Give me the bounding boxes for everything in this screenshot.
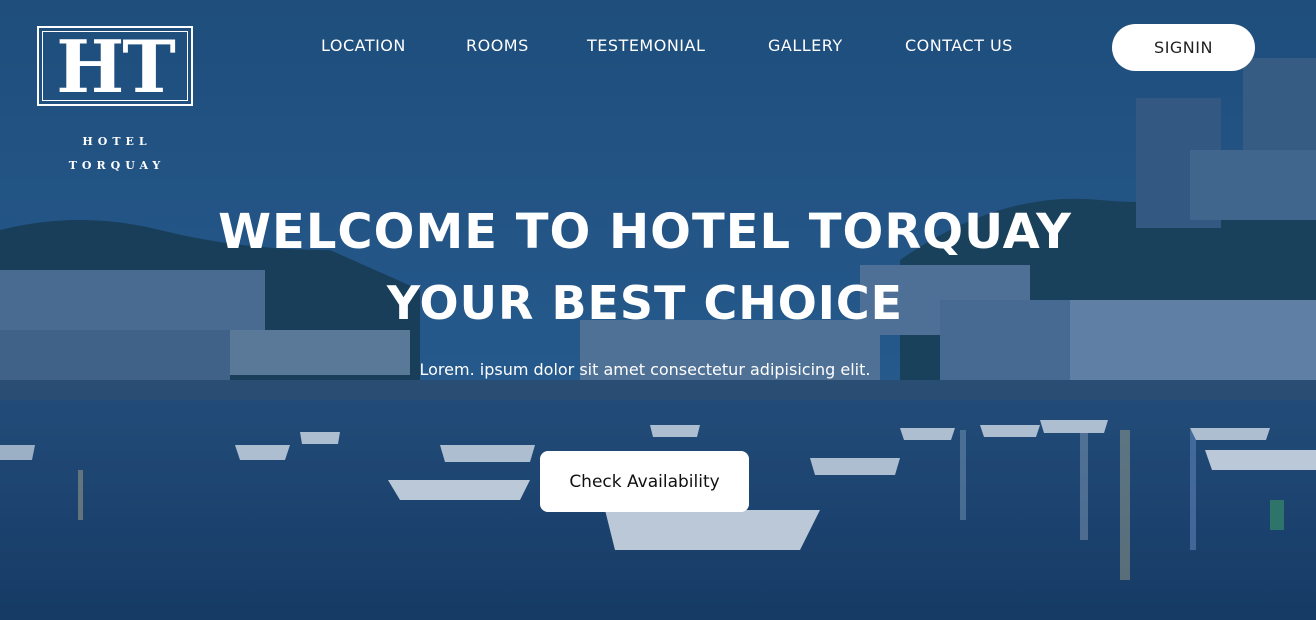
- logo-name-line-1: HOTEL: [82, 135, 152, 148]
- hero-section: HT HOTEL TORQUAY LOCATION ROOMS TESTEMON…: [0, 0, 1316, 620]
- nav-link-rooms[interactable]: ROOMS: [466, 36, 529, 55]
- hero-tagline: Lorem. ipsum dolor sit amet consectetur …: [419, 360, 871, 379]
- signin-button[interactable]: SIGNIN: [1112, 24, 1255, 71]
- nav-link-testimonial[interactable]: TESTEMONIAL: [587, 36, 705, 55]
- nav-link-contact-us[interactable]: CONTACT US: [905, 36, 1013, 55]
- logo-name-line-2: TORQUAY: [68, 159, 166, 172]
- nav-link-gallery[interactable]: GALLERY: [768, 36, 843, 55]
- hotel-logo[interactable]: HT HOTEL TORQUAY: [37, 26, 197, 178]
- hero-headline-line-2: YOUR BEST CHOICE: [386, 276, 904, 330]
- logo-monogram-frame: HT: [37, 26, 193, 106]
- nav-link-location[interactable]: LOCATION: [321, 36, 406, 55]
- hero-headline-line-1: WELCOME TO HOTEL TORQUAY: [218, 204, 1072, 260]
- check-availability-button[interactable]: Check Availability: [540, 451, 749, 512]
- logo-monogram: HT: [56, 24, 176, 109]
